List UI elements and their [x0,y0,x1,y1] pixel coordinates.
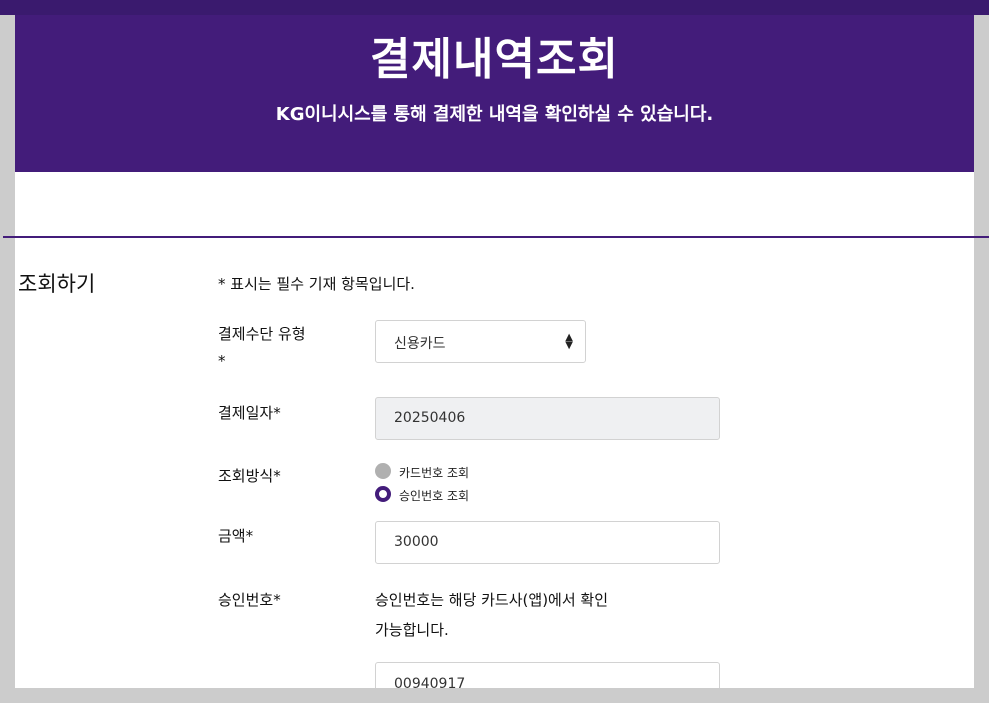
page-subtitle: KG이니시스를 통해 결제한 내역을 확인하실 수 있습니다. [275,104,714,125]
radio-approval-number-label: 승인번호 조회 [399,489,470,503]
page-header: 결제내역조회 KG이니시스를 통해 결제한 내역을 확인하실 수 있습니다. [15,15,974,172]
payment-type-value: 신용카드 [394,336,446,352]
amount-input[interactable]: 30000 [375,521,720,564]
payment-type-required-mark: * [218,352,226,370]
approval-number-label: 승인번호* [218,591,281,609]
payment-date-label: 결제일자* [218,404,281,422]
amount-value: 30000 [394,534,439,550]
radio-checked-icon[interactable] [375,486,391,502]
radio-card-number-label: 카드번호 조회 [399,466,470,480]
radio-unchecked-icon[interactable] [375,463,391,479]
lookup-method-label: 조회방식* [218,467,281,485]
payment-date-value: 20250406 [394,410,466,426]
payment-date-input[interactable]: 20250406 [375,397,720,440]
approval-number-help-line2: 가능합니다. [375,621,449,639]
approval-input-overflow [374,688,721,703]
section-title: 조회하기 [18,272,96,296]
amount-label: 금액* [218,527,254,545]
top-bar [0,0,989,15]
required-note: * 표시는 필수 기재 항목입니다. [218,275,415,293]
approval-number-help: 승인번호는 해당 카드사(앱)에서 확인 가능합니다. [375,585,655,645]
page-title: 결제내역조회 [370,34,619,85]
section-divider [3,236,989,238]
approval-number-help-line1: 승인번호는 해당 카드사(앱)에서 확인 [375,591,609,609]
payment-type-label: 결제수단 유형 [218,325,306,343]
payment-type-select[interactable]: 신용카드 ▲ ▼ [375,320,586,363]
sort-arrows-icon: ▲ ▼ [565,332,573,351]
